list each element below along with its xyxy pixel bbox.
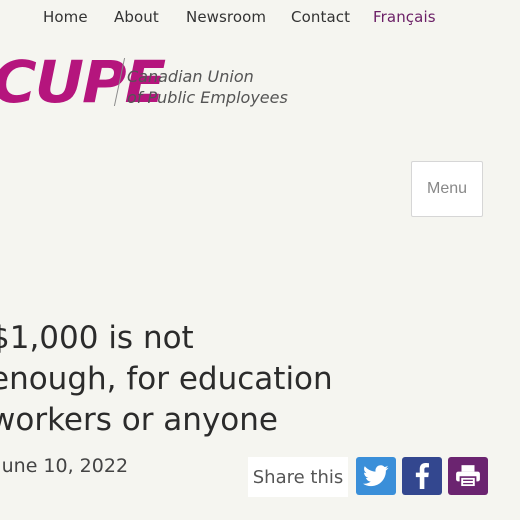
article-headline: $1,000 is not enough, for education work… (0, 318, 333, 441)
logo-line-2: of Public Employees (127, 88, 288, 107)
logo-line-1: Canadian Union (127, 67, 254, 86)
nav-home-link[interactable]: Home (43, 8, 88, 26)
twitter-icon (363, 465, 389, 487)
menu-button[interactable]: Menu (411, 161, 483, 217)
facebook-icon (415, 463, 429, 489)
facebook-share-button[interactable] (402, 457, 442, 495)
headline-line-2: enough, for education (0, 361, 333, 397)
top-navigation: Home About Newsroom Contact Français (0, 8, 520, 30)
twitter-share-button[interactable] (356, 457, 396, 495)
nav-language-link[interactable]: Français (373, 8, 436, 26)
printer-icon (456, 465, 480, 488)
nav-about-link[interactable]: About (114, 8, 159, 26)
share-label: Share this (248, 457, 348, 497)
article-date: June 10, 2022 (0, 455, 129, 477)
print-button[interactable] (448, 457, 488, 495)
logo-wordmark: Canadian Union of Public Employees (127, 66, 288, 108)
nav-newsroom-link[interactable]: Newsroom (186, 8, 266, 26)
cupe-logo[interactable]: CUPE Canadian Union of Public Employees (0, 52, 312, 114)
nav-contact-link[interactable]: Contact (291, 8, 350, 26)
headline-line-3: workers or anyone (0, 402, 278, 438)
headline-line-1: $1,000 is not (0, 320, 194, 356)
